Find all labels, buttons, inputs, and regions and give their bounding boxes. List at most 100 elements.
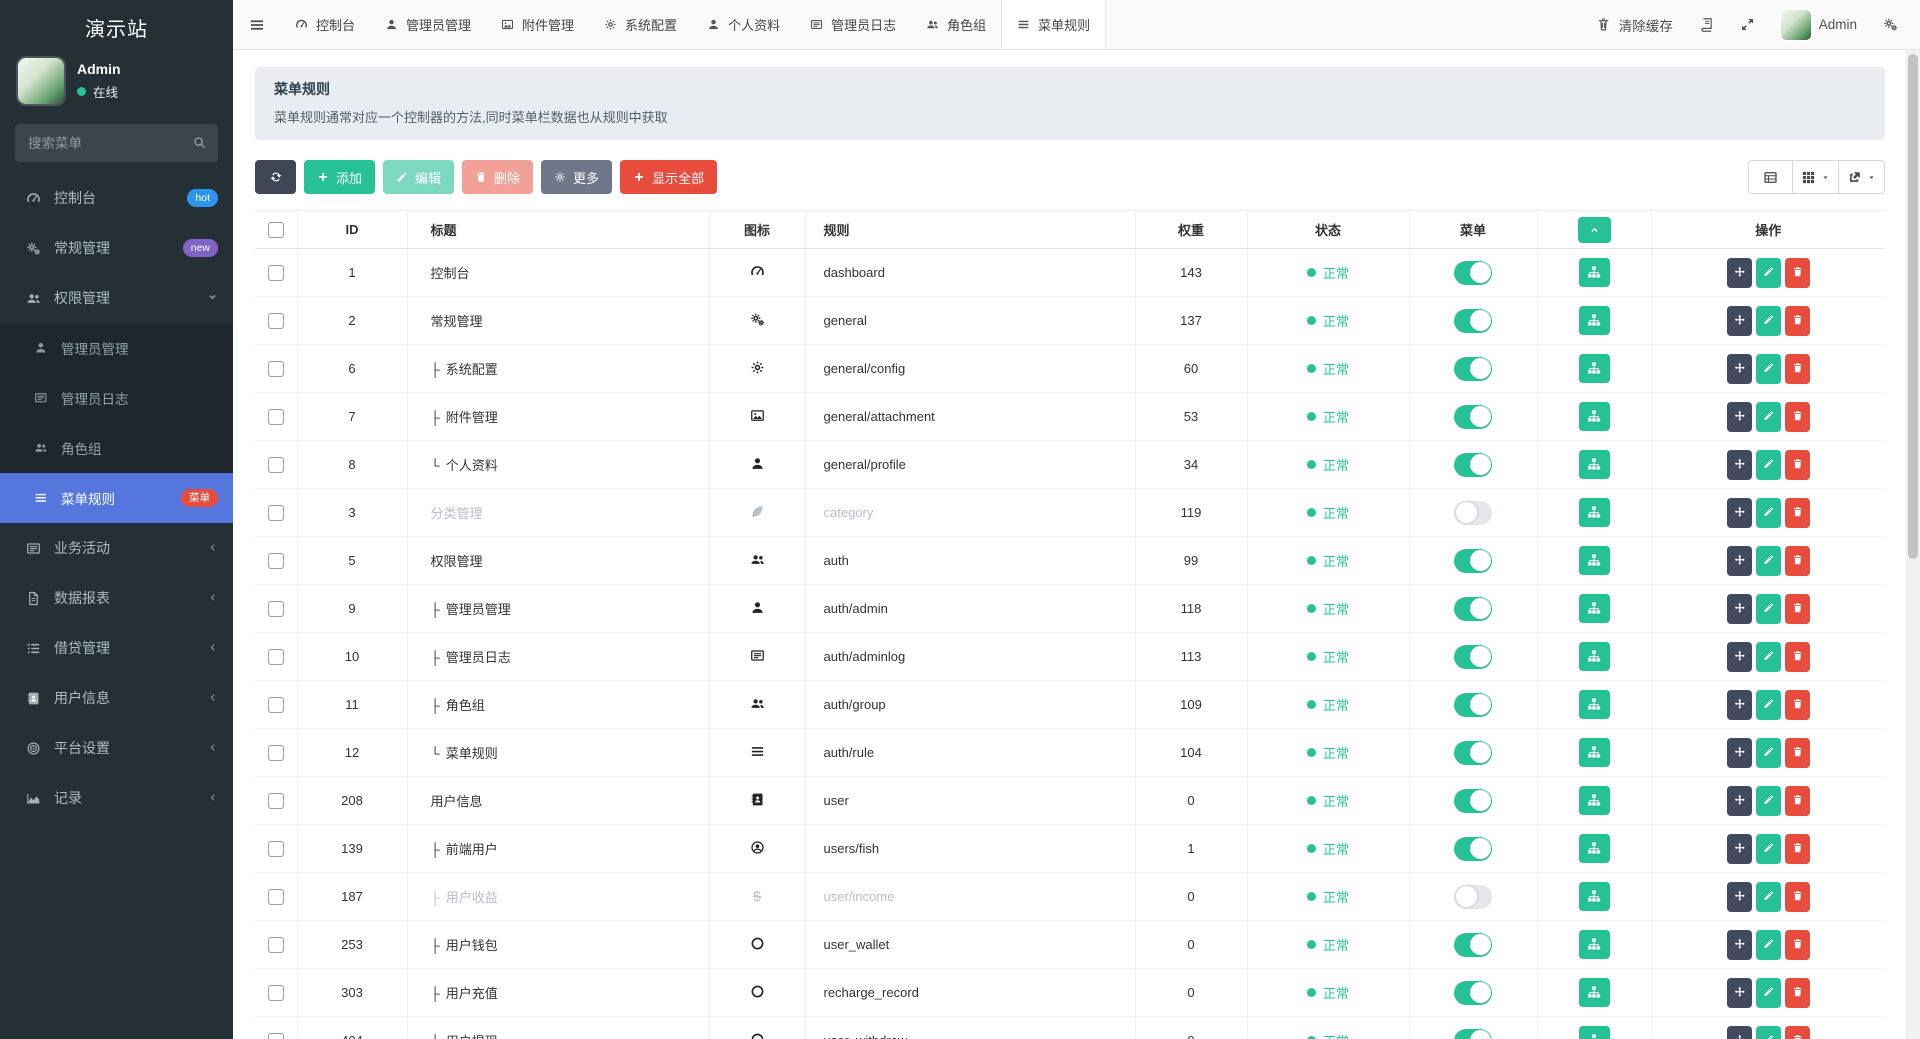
delete-row-button[interactable] bbox=[1785, 402, 1810, 432]
more-button[interactable]: 更多 bbox=[541, 160, 612, 194]
drag-sort-button[interactable] bbox=[1727, 1026, 1752, 1039]
sidebar-item[interactable]: 菜单规则菜单 bbox=[0, 473, 233, 523]
add-button[interactable]: 添加 bbox=[304, 160, 375, 194]
edit-button[interactable]: 编辑 bbox=[383, 160, 454, 194]
row-checkbox[interactable] bbox=[268, 985, 284, 1001]
sitemap-button[interactable] bbox=[1579, 306, 1610, 335]
list-view-button[interactable] bbox=[1748, 160, 1793, 194]
sitemap-button[interactable] bbox=[1579, 594, 1610, 623]
column-header-icon[interactable]: 图标 bbox=[709, 211, 805, 249]
sitemap-button[interactable] bbox=[1579, 258, 1610, 287]
navbar-tab[interactable]: 管理员管理 bbox=[370, 0, 486, 49]
drag-sort-button[interactable] bbox=[1727, 642, 1752, 672]
drag-sort-button[interactable] bbox=[1727, 834, 1752, 864]
delete-row-button[interactable] bbox=[1785, 738, 1810, 768]
refresh-button[interactable] bbox=[255, 160, 296, 194]
menu-toggle[interactable] bbox=[1454, 453, 1492, 477]
edit-row-button[interactable] bbox=[1756, 786, 1781, 816]
column-header-title[interactable]: 标题 bbox=[407, 211, 709, 249]
menu-toggle[interactable] bbox=[1454, 789, 1492, 813]
sitemap-button[interactable] bbox=[1579, 978, 1610, 1007]
menu-toggle[interactable] bbox=[1454, 933, 1492, 957]
sitemap-button[interactable] bbox=[1579, 402, 1610, 431]
sidebar-item[interactable]: 管理员日志 bbox=[0, 373, 233, 423]
show-all-button[interactable]: 显示全部 bbox=[620, 160, 717, 194]
row-checkbox[interactable] bbox=[268, 601, 284, 617]
user-menu[interactable]: Admin bbox=[1781, 10, 1857, 40]
delete-row-button[interactable] bbox=[1785, 882, 1810, 912]
navbar-tab[interactable]: 角色组 bbox=[911, 0, 1001, 49]
edit-row-button[interactable] bbox=[1756, 978, 1781, 1008]
edit-row-button[interactable] bbox=[1756, 498, 1781, 528]
drag-sort-button[interactable] bbox=[1727, 402, 1752, 432]
select-all-checkbox[interactable] bbox=[268, 222, 284, 238]
delete-row-button[interactable] bbox=[1785, 786, 1810, 816]
vertical-scrollbar[interactable] bbox=[1906, 50, 1920, 1039]
clear-cache-button[interactable]: 清除缓存 bbox=[1596, 15, 1673, 35]
sidebar-item[interactable]: 数据报表 bbox=[0, 573, 233, 623]
sidebar-item[interactable]: 记录 bbox=[0, 773, 233, 823]
row-checkbox[interactable] bbox=[268, 937, 284, 953]
search-input[interactable] bbox=[15, 124, 218, 162]
edit-row-button[interactable] bbox=[1756, 882, 1781, 912]
row-checkbox[interactable] bbox=[268, 889, 284, 905]
delete-row-button[interactable] bbox=[1785, 690, 1810, 720]
sidebar-item[interactable]: 权限管理 bbox=[0, 273, 233, 323]
sitemap-button[interactable] bbox=[1579, 930, 1610, 959]
sitemap-button[interactable] bbox=[1579, 834, 1610, 863]
edit-row-button[interactable] bbox=[1756, 594, 1781, 624]
sitemap-button[interactable] bbox=[1579, 882, 1610, 911]
sidebar-toggle-button[interactable] bbox=[233, 0, 280, 49]
navbar-tab[interactable]: 系统配置 bbox=[589, 0, 692, 49]
sidebar-item[interactable]: 用户信息 bbox=[0, 673, 233, 723]
edit-row-button[interactable] bbox=[1756, 354, 1781, 384]
menu-toggle[interactable] bbox=[1454, 693, 1492, 717]
scrollbar-thumb[interactable] bbox=[1908, 54, 1918, 559]
menu-toggle[interactable] bbox=[1454, 549, 1492, 573]
columns-view-button[interactable] bbox=[1793, 160, 1839, 194]
navbar-tab[interactable]: 管理员日志 bbox=[795, 0, 911, 49]
column-header-menu[interactable]: 菜单 bbox=[1409, 211, 1537, 249]
drag-sort-button[interactable] bbox=[1727, 738, 1752, 768]
menu-toggle[interactable] bbox=[1454, 837, 1492, 861]
delete-row-button[interactable] bbox=[1785, 546, 1810, 576]
row-checkbox[interactable] bbox=[268, 505, 284, 521]
export-button[interactable] bbox=[1839, 160, 1885, 194]
column-header-id[interactable]: ID bbox=[297, 211, 407, 249]
menu-toggle[interactable] bbox=[1454, 309, 1492, 333]
edit-row-button[interactable] bbox=[1756, 738, 1781, 768]
menu-toggle[interactable] bbox=[1454, 357, 1492, 381]
navbar-tab[interactable]: 菜单规则 bbox=[1001, 0, 1106, 49]
delete-row-button[interactable] bbox=[1785, 258, 1810, 288]
drag-sort-button[interactable] bbox=[1727, 786, 1752, 816]
sidebar-item[interactable]: 控制台hot bbox=[0, 173, 233, 223]
sitemap-button[interactable] bbox=[1579, 498, 1610, 527]
sitemap-button[interactable] bbox=[1579, 690, 1610, 719]
drag-sort-button[interactable] bbox=[1727, 690, 1752, 720]
sitemap-button[interactable] bbox=[1579, 1026, 1610, 1039]
delete-row-button[interactable] bbox=[1785, 642, 1810, 672]
edit-row-button[interactable] bbox=[1756, 546, 1781, 576]
sitemap-button[interactable] bbox=[1579, 546, 1610, 575]
edit-row-button[interactable] bbox=[1756, 306, 1781, 336]
edit-row-button[interactable] bbox=[1756, 642, 1781, 672]
column-header-weight[interactable]: 权重 bbox=[1135, 211, 1247, 249]
drag-sort-button[interactable] bbox=[1727, 354, 1752, 384]
delete-row-button[interactable] bbox=[1785, 930, 1810, 960]
drag-sort-button[interactable] bbox=[1727, 498, 1752, 528]
edit-row-button[interactable] bbox=[1756, 258, 1781, 288]
menu-toggle[interactable] bbox=[1454, 741, 1492, 765]
delete-row-button[interactable] bbox=[1785, 450, 1810, 480]
navbar-tab[interactable]: 附件管理 bbox=[486, 0, 589, 49]
edit-row-button[interactable] bbox=[1756, 402, 1781, 432]
menu-toggle[interactable] bbox=[1454, 885, 1492, 909]
sidebar-item[interactable]: 常规管理new bbox=[0, 223, 233, 273]
collapse-all-button[interactable] bbox=[1578, 217, 1611, 243]
settings-button[interactable] bbox=[1883, 17, 1898, 32]
delete-row-button[interactable] bbox=[1785, 306, 1810, 336]
drag-sort-button[interactable] bbox=[1727, 978, 1752, 1008]
delete-row-button[interactable] bbox=[1785, 978, 1810, 1008]
row-checkbox[interactable] bbox=[268, 841, 284, 857]
sitemap-button[interactable] bbox=[1579, 642, 1610, 671]
sidebar-item[interactable]: 管理员管理 bbox=[0, 323, 233, 373]
